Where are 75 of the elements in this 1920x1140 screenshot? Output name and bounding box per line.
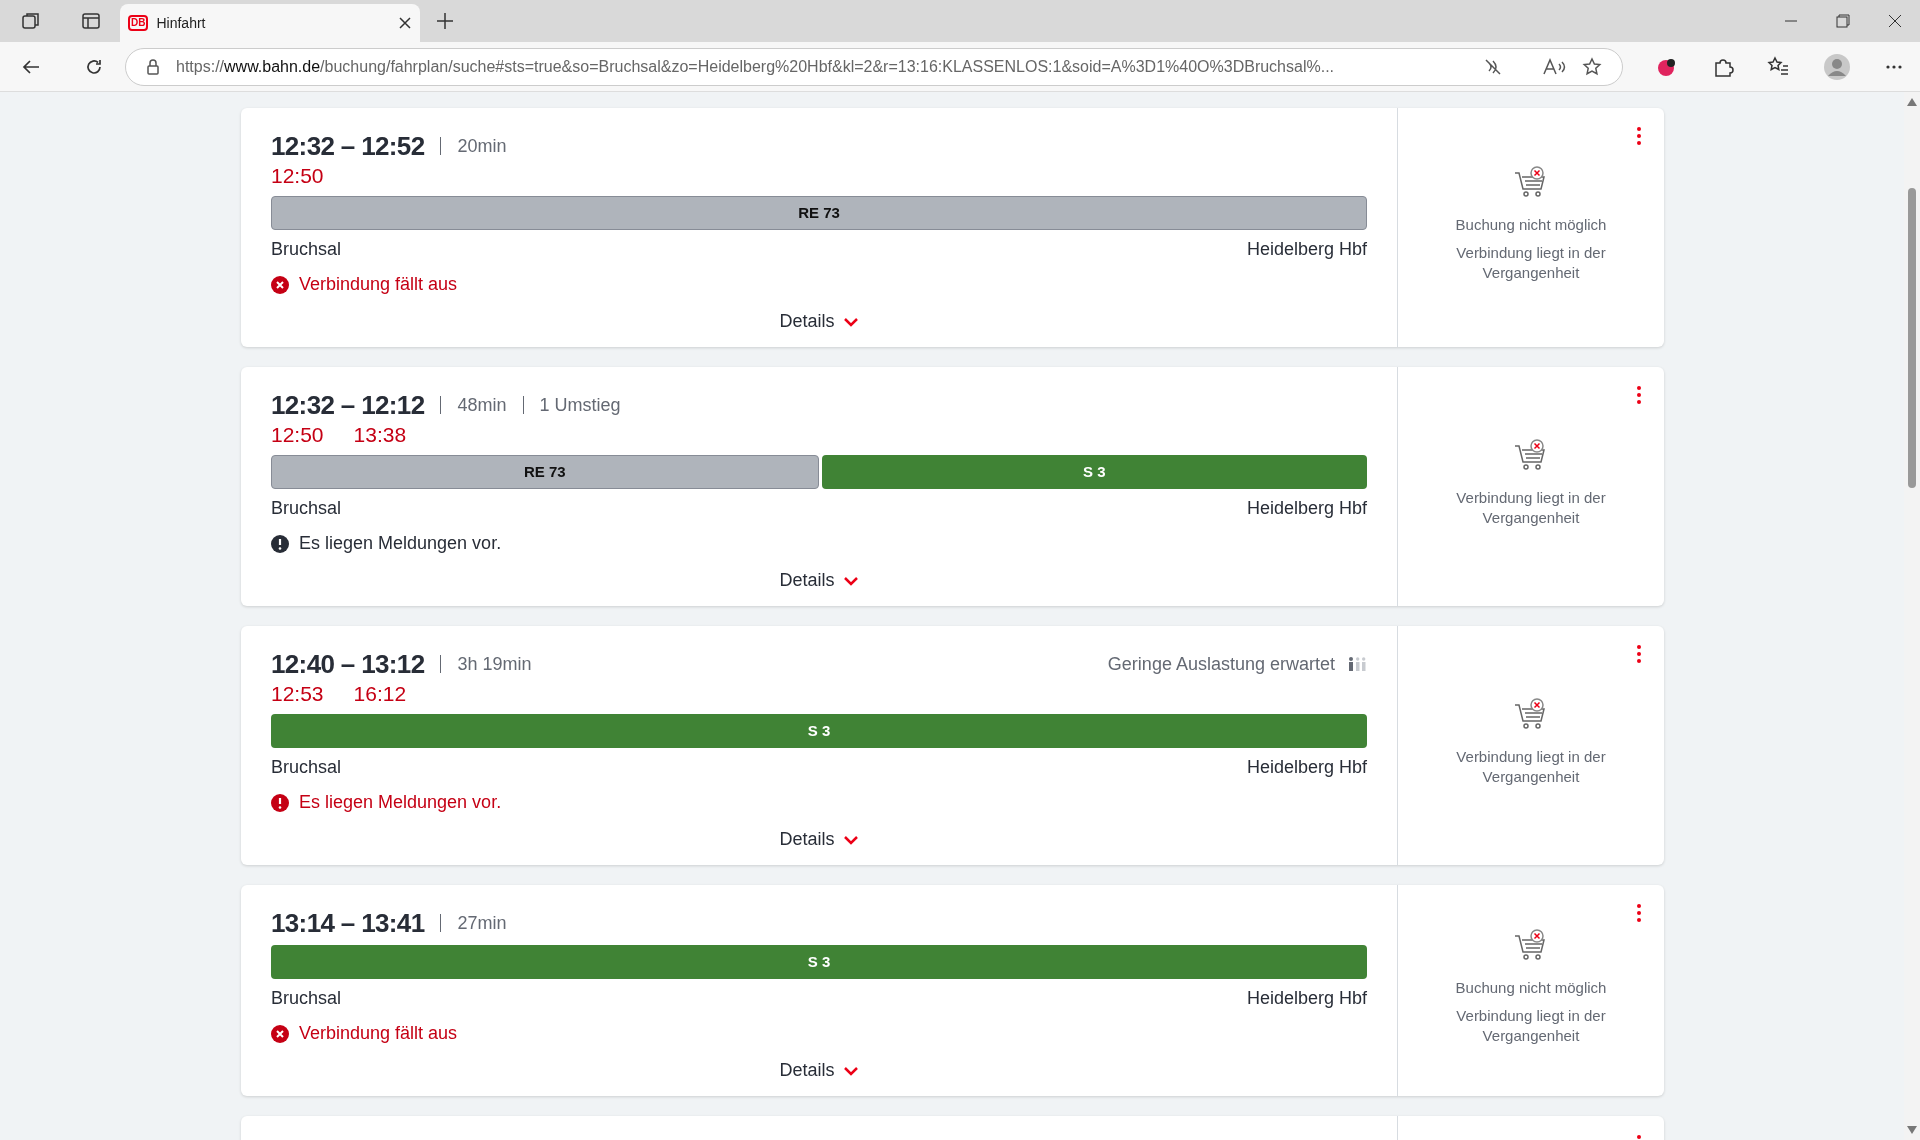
profile-icon[interactable] bbox=[1823, 52, 1852, 81]
favorite-star-icon[interactable] bbox=[1582, 56, 1602, 77]
status-message: Verbindung fällt aus bbox=[299, 273, 458, 296]
booking-note: Verbindung liegt in der Vergangenheit bbox=[1455, 1005, 1607, 1046]
tab-actions-icon[interactable] bbox=[19, 10, 42, 32]
more-options-icon[interactable] bbox=[1636, 126, 1642, 146]
train-segment: S 3 bbox=[271, 945, 1367, 979]
read-aloud-icon[interactable] bbox=[1542, 57, 1566, 76]
booking-note: Buchung nicht möglich bbox=[1454, 977, 1608, 998]
favorites-icon[interactable] bbox=[1767, 55, 1790, 78]
booking-note: Verbindung liegt in der Vergangenheit bbox=[1455, 242, 1607, 283]
close-window-icon[interactable] bbox=[1888, 14, 1902, 28]
time-range: 13:14 – 13:41 bbox=[271, 906, 425, 940]
train-segment: S 3 bbox=[821, 455, 1367, 489]
address-bar[interactable]: https://www.bahn.de/buchung/fahrplan/suche#sts=true&so=Bruchsal&zo=Heidelberg%20Hbf&kl=2&r=13:16:KLASSENLOS:1&soid=A%3D1%40O%3DBruchsal%... bbox=[125, 47, 1623, 86]
details-toggle[interactable]: Details bbox=[779, 826, 859, 853]
train-segment: S 3 bbox=[271, 714, 1367, 748]
delay-time: 16:12 bbox=[353, 681, 407, 708]
departure-station: Bruchsal bbox=[271, 497, 342, 520]
duration: 20min bbox=[457, 134, 507, 158]
lock-icon bbox=[146, 58, 160, 75]
status-message: Es liegen Meldungen vor. bbox=[299, 791, 502, 814]
chevron-down-icon bbox=[842, 834, 859, 845]
sidebar-icon[interactable] bbox=[80, 11, 101, 31]
departure-station: Bruchsal bbox=[271, 238, 342, 261]
more-options-icon[interactable] bbox=[1636, 903, 1642, 923]
duration: 48min bbox=[457, 393, 507, 417]
details-toggle[interactable]: Details bbox=[779, 308, 859, 335]
departure-station: Bruchsal bbox=[271, 987, 342, 1010]
arrival-station: Heidelberg Hbf bbox=[1246, 497, 1367, 520]
booking-note: Verbindung liegt in der Vergangenheit bbox=[1455, 746, 1607, 787]
transfer-count: 1 Umstieg bbox=[539, 393, 621, 417]
more-options-icon[interactable] bbox=[1636, 385, 1642, 405]
details-toggle[interactable]: Details bbox=[779, 1057, 859, 1084]
train-segment: RE 73 bbox=[271, 455, 819, 489]
arrival-station: Heidelberg Hbf bbox=[1246, 987, 1367, 1010]
details-toggle[interactable]: Details bbox=[779, 567, 859, 594]
scroll-down-icon[interactable] bbox=[1907, 1126, 1917, 1134]
duration: 3h 19min bbox=[457, 652, 532, 676]
departure-station: Bruchsal bbox=[271, 756, 342, 779]
occupancy-low-icon bbox=[1347, 656, 1367, 672]
duration: 27min bbox=[457, 911, 507, 935]
browser-tab[interactable]: DB Hinfahrt bbox=[120, 4, 420, 42]
chevron-down-icon bbox=[842, 316, 859, 327]
time-range: 12:40 – 13:12 bbox=[271, 647, 425, 681]
arrival-station: Heidelberg Hbf bbox=[1246, 238, 1367, 261]
url-text: https://www.bahn.de/buchung/fahrplan/suche#sts=true&so=Bruchsal&zo=Heidelberg%20Hbf&kl=2&r=13:16:KLASSENLOS:1&soid=A%3D1%40O%3DBruchsal%... bbox=[176, 56, 1336, 77]
tab-title: Hinfahrt bbox=[156, 14, 207, 33]
alert-icon bbox=[271, 534, 289, 553]
chevron-down-icon bbox=[842, 1065, 859, 1076]
occupancy-label: Geringe Auslastung erwartet bbox=[1107, 652, 1335, 676]
more-options-icon[interactable] bbox=[1636, 644, 1642, 664]
train-segment: RE 73 bbox=[271, 196, 1367, 230]
restore-icon[interactable] bbox=[1836, 14, 1850, 28]
time-range: 12:32 – 12:52 bbox=[271, 129, 425, 163]
delay-time: 13:38 bbox=[353, 422, 407, 449]
delay-time: 12:53 bbox=[271, 681, 324, 708]
read-aloud-off-icon[interactable] bbox=[1484, 57, 1502, 76]
more-icon[interactable] bbox=[1885, 63, 1904, 70]
booking-note: Verbindung liegt in der Vergangenheit bbox=[1455, 487, 1607, 528]
close-icon[interactable] bbox=[398, 16, 412, 30]
alert-icon bbox=[271, 793, 289, 812]
cancelled-icon bbox=[271, 275, 289, 294]
time-range: 12:32 – 12:12 bbox=[271, 388, 425, 422]
cancelled-icon bbox=[271, 1024, 289, 1043]
chevron-down-icon bbox=[842, 575, 859, 586]
db-logo: DB bbox=[128, 15, 149, 31]
status-message: Verbindung fällt aus bbox=[299, 1022, 458, 1045]
delay-time: 12:50 bbox=[271, 163, 324, 190]
delay-time: 12:50 bbox=[271, 422, 324, 449]
arrival-station: Heidelberg Hbf bbox=[1246, 756, 1367, 779]
status-message: Es liegen Meldungen vor. bbox=[299, 532, 502, 555]
scroll-up-icon[interactable] bbox=[1907, 98, 1917, 106]
new-tab-icon[interactable] bbox=[436, 12, 454, 30]
booking-note: Buchung nicht möglich bbox=[1454, 214, 1608, 235]
